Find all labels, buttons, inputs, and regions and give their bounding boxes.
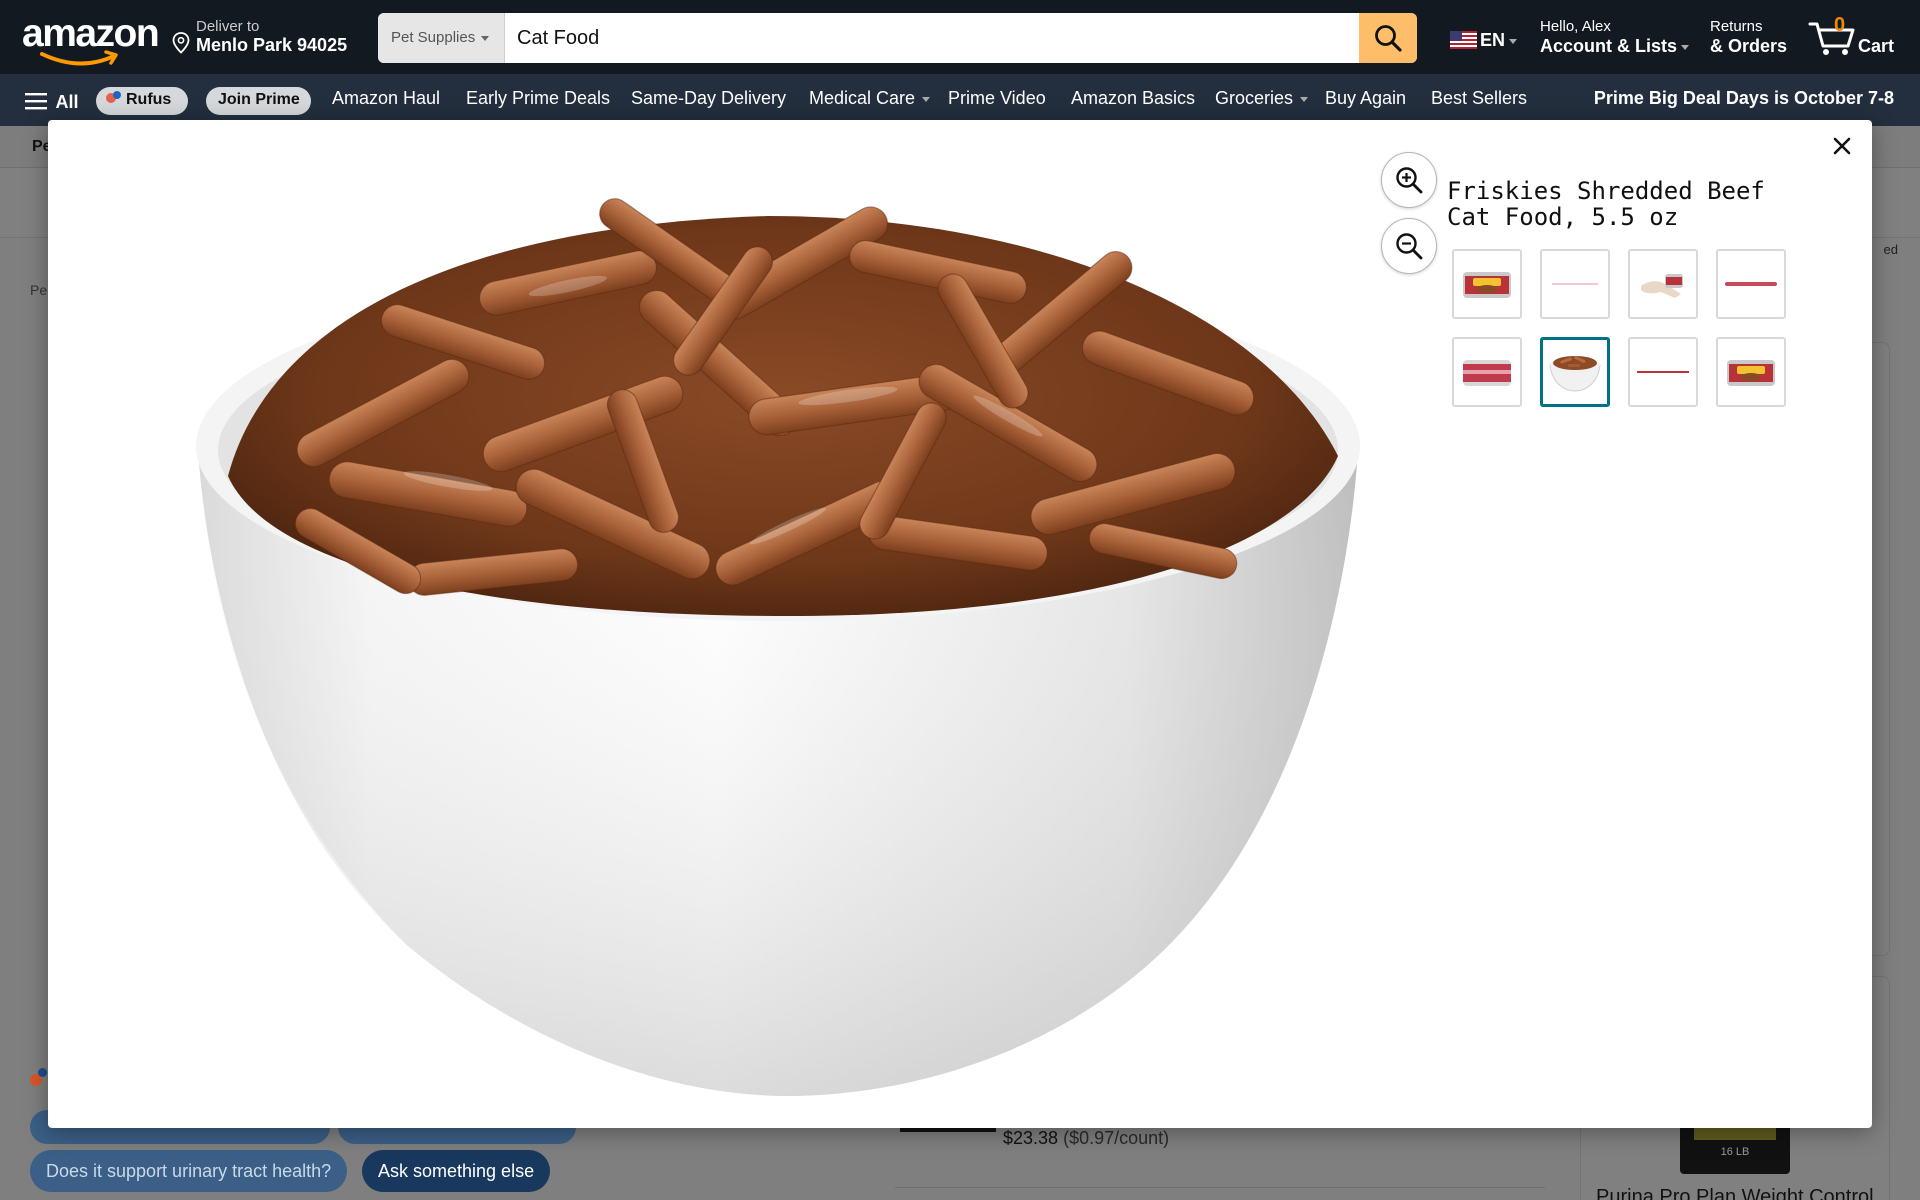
search-category-dropdown[interactable]: Pet Supplies: [378, 13, 505, 63]
cart-label: Cart: [1858, 36, 1895, 56]
top-header: amazon Deliver to Menlo Park 94025 Pet S…: [0, 0, 1920, 74]
chevron-down-icon: [1300, 96, 1309, 102]
nav-item-best-sellers[interactable]: Best Sellers: [1431, 88, 1527, 109]
thumbnail-can-front[interactable]: [1452, 249, 1522, 319]
thumbnail-hand-holding-can[interactable]: [1628, 249, 1698, 319]
close-button[interactable]: [1826, 130, 1858, 162]
language-selector[interactable]: EN: [1450, 30, 1518, 51]
secondary-nav: All Rufus Join Prime Amazon Haul Early P…: [0, 74, 1920, 126]
deliver-location: Menlo Park 94025: [196, 35, 348, 55]
can-image-icon: [1463, 272, 1511, 298]
thumbnail-bowl-of-food[interactable]: [1540, 337, 1610, 407]
location-pin-icon: [172, 32, 190, 54]
logo-wordmark: amazon: [22, 12, 160, 55]
language-label: EN: [1480, 30, 1506, 50]
rufus-icon: [30, 1068, 50, 1088]
account-lists-label: Account & Lists: [1540, 36, 1678, 56]
rufus-icon: [106, 91, 122, 105]
cart-icon: [1808, 22, 1855, 55]
thumbnail-can-side[interactable]: [1452, 337, 1522, 407]
cart-button[interactable]: 0 Cart: [1808, 12, 1898, 62]
orders-label: & Orders: [1710, 36, 1788, 56]
nav-item-prime-video[interactable]: Prime Video: [948, 88, 1046, 109]
chevron-down-icon: [922, 96, 931, 102]
nav-item-groceries[interactable]: Groceries: [1215, 88, 1309, 109]
unit-price: ($0.97/count): [1063, 1128, 1170, 1148]
zoom-in-icon: [1396, 167, 1423, 194]
can-image-icon: [1727, 360, 1775, 386]
all-label: All: [55, 92, 79, 112]
chevron-down-icon: [1509, 38, 1518, 44]
thumbnail-blank[interactable]: [1540, 249, 1610, 319]
sponsored-label: ed: [1883, 242, 1898, 257]
join-prime-button[interactable]: Join Prime: [206, 87, 311, 115]
nav-item-medical-care[interactable]: Medical Care: [809, 88, 931, 109]
search-bar: Pet Supplies: [378, 13, 1417, 63]
bag-weight-label: 16 LB: [1720, 1146, 1750, 1158]
price-value: $23.38: [1003, 1128, 1059, 1148]
can-side-icon: [1463, 360, 1511, 386]
bowl-food-icon: [1549, 356, 1601, 392]
deliver-label: Deliver to: [196, 18, 260, 35]
zoom-in-button[interactable]: [1381, 152, 1437, 208]
nav-item-same-day-delivery[interactable]: Same-Day Delivery: [631, 88, 786, 109]
logo-smile-icon: [40, 50, 118, 66]
variant-underline: [900, 1128, 996, 1132]
nav-item-label: Groceries: [1215, 88, 1294, 108]
breadcrumb[interactable]: Pe: [30, 282, 47, 298]
thumb-line-icon: [1552, 283, 1598, 285]
returns-orders[interactable]: Returns & Orders: [1710, 18, 1787, 57]
rufus-label: Rufus: [126, 91, 172, 108]
chevron-down-icon: [1681, 44, 1690, 50]
account-greeting: Hello, Alex: [1540, 18, 1611, 35]
nav-item-amazon-basics[interactable]: Amazon Basics: [1071, 88, 1195, 109]
search-input[interactable]: [505, 13, 1359, 63]
search-category-label: Pet Supplies: [391, 29, 476, 46]
nav-item-label: Medical Care: [809, 88, 916, 108]
product-title: Friskies Shredded Beef Cat Food, 5.5 oz: [1447, 177, 1765, 231]
zoom-out-icon: [1396, 233, 1423, 260]
chevron-down-icon: [481, 35, 490, 41]
promo-banner[interactable]: Prime Big Deal Days is October 7-8: [1594, 88, 1894, 109]
account-menu[interactable]: Hello, Alex Account & Lists: [1540, 18, 1690, 57]
all-menu-button[interactable]: All: [25, 92, 78, 113]
close-icon: [1833, 137, 1851, 155]
search-button[interactable]: [1359, 13, 1417, 63]
thumbnail-can-front-alt[interactable]: [1716, 337, 1786, 407]
main-product-image[interactable]: [148, 146, 1388, 1116]
nav-item-early-prime-deals[interactable]: Early Prime Deals: [466, 88, 610, 109]
amazon-logo[interactable]: amazon: [22, 12, 160, 66]
thumb-line-icon: [1725, 282, 1777, 286]
divider: [895, 1187, 1545, 1188]
nav-item-amazon-haul[interactable]: Amazon Haul: [332, 88, 440, 109]
us-flag-icon: [1450, 31, 1477, 49]
image-viewer-modal: Friskies Shredded Beef Cat Food, 5.5 oz: [48, 120, 1872, 1128]
zoom-out-button[interactable]: [1381, 218, 1437, 274]
rufus-ask-button[interactable]: Ask something else: [362, 1150, 551, 1192]
cart-count: 0: [1834, 14, 1846, 36]
variant-price: $23.38 ($0.97/count): [1003, 1128, 1169, 1149]
rufus-button[interactable]: Rufus: [96, 87, 188, 115]
thumb-line-icon: [1637, 371, 1689, 373]
thumbnail-can-side-line[interactable]: [1716, 249, 1786, 319]
sponsored-product-title[interactable]: Purina Pro Plan Weight Control: [1596, 1186, 1874, 1200]
thumbnail-can-top-line[interactable]: [1628, 337, 1698, 407]
hand-can-icon: [1641, 274, 1683, 298]
nav-item-buy-again[interactable]: Buy Again: [1325, 88, 1406, 109]
returns-label: Returns: [1710, 18, 1763, 35]
rufus-suggestion-button[interactable]: Does it support urinary tract health?: [30, 1150, 348, 1192]
search-icon: [1375, 25, 1402, 52]
hamburger-icon: [25, 93, 47, 110]
